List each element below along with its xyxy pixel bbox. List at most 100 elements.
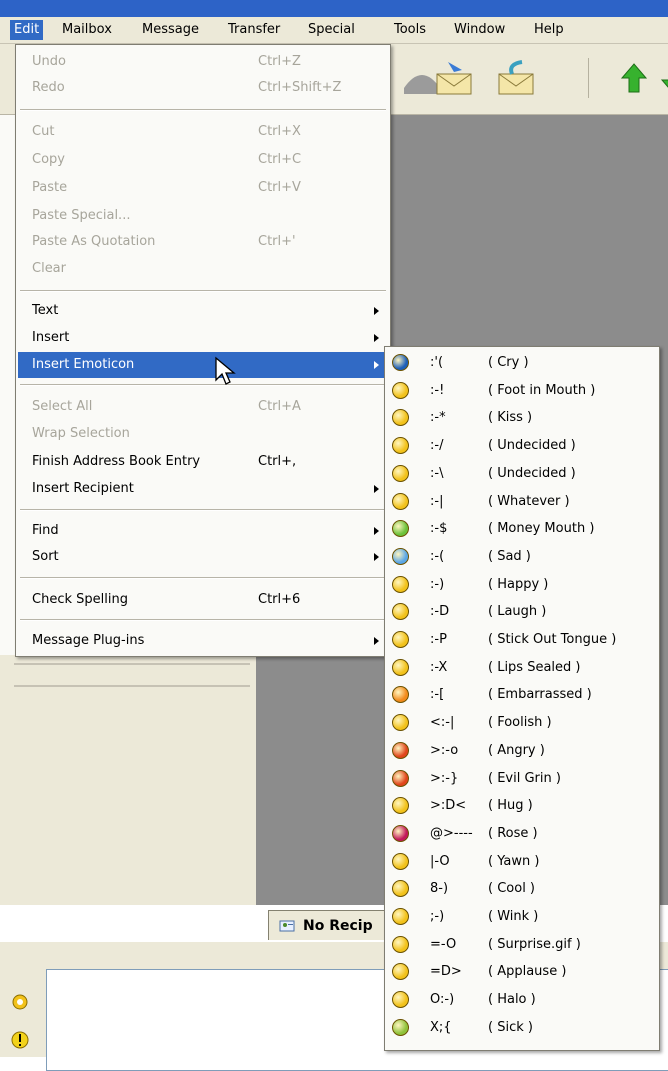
up-arrow-icon[interactable] <box>612 58 656 100</box>
emoticon-item[interactable]: :-(( Sad ) <box>388 543 656 570</box>
menu-item-label: Message Plug-ins <box>32 633 145 648</box>
emoticon-description: ( Embarrassed ) <box>488 687 592 703</box>
emoticon-code: :-( <box>430 548 445 564</box>
emoticon-item[interactable]: <:-| ( Foolish ) <box>388 709 656 736</box>
menu-item-text[interactable]: Text <box>18 298 388 324</box>
emoticon-item[interactable]: |-O ( Yawn ) <box>388 848 656 875</box>
emoticon-item[interactable]: :-D ( Laugh ) <box>388 598 656 625</box>
menu-item-label: Cut <box>32 124 55 139</box>
menu-window[interactable]: Window <box>450 20 509 40</box>
menu-item-label: Insert <box>32 330 70 345</box>
menu-item-insert[interactable]: Insert <box>18 325 388 351</box>
title-bar <box>0 0 668 17</box>
check-mail-icon[interactable] <box>494 58 538 100</box>
submenu-arrow-icon <box>374 527 379 535</box>
emoticon-description: ( Sick ) <box>488 1019 533 1035</box>
menu-message[interactable]: Message <box>138 20 203 40</box>
menu-item-redo[interactable]: Redo Ctrl+Shift+Z <box>18 75 388 101</box>
priority-icon[interactable] <box>10 1030 30 1050</box>
emoticon-face-icon <box>392 908 409 925</box>
emoticon-item[interactable]: @>---- ( Rose ) <box>388 820 656 847</box>
menu-item-clear[interactable]: Clear <box>18 256 388 282</box>
emoticon-item[interactable]: :-| ( Whatever ) <box>388 488 656 515</box>
emoticon-face-icon <box>392 492 409 510</box>
emoticon-description: ( Laugh ) <box>488 604 547 620</box>
down-arrow-icon[interactable] <box>652 58 668 100</box>
emoticon-code: :-X <box>430 659 448 675</box>
emoticon-code: :-\ <box>430 465 444 481</box>
recipient-tab[interactable]: No Recip <box>268 910 386 940</box>
emoticon-code: :-) <box>430 576 445 592</box>
emoticon-face-icon <box>392 991 409 1009</box>
emoticon-item[interactable]: :'( ( Cry ) <box>388 349 656 376</box>
emoticon-face-icon <box>392 935 409 953</box>
emoticon-item[interactable]: :-\ ( Undecided ) <box>388 460 656 487</box>
emoticon-item[interactable]: ;-) ( Wink ) <box>388 903 656 930</box>
menu-item-label: Wrap Selection <box>32 426 130 441</box>
menu-item-label: Find <box>32 523 59 538</box>
menu-mailbox[interactable]: Mailbox <box>58 20 116 40</box>
emoticon-description: ( Cry ) <box>488 355 529 370</box>
emoticon-code: ;-) <box>430 909 445 924</box>
menu-item-label: Paste <box>32 180 68 195</box>
menu-tools[interactable]: Tools <box>390 20 430 40</box>
menu-edit[interactable]: Edit <box>10 20 44 40</box>
emoticon-item[interactable]: :-$ ( Money Mouth ) <box>388 515 656 542</box>
emoticon-item[interactable]: :-/ ( Undecided ) <box>388 432 656 459</box>
menu-bar: Edit Mailbox Message Transfer Special To… <box>0 17 668 44</box>
emoticon-description: ( Surprise.gif ) <box>488 936 581 952</box>
menu-item-message-plug-ins[interactable]: Message Plug-ins <box>18 628 388 654</box>
menu-item-label: Check Spelling <box>32 592 128 607</box>
menu-item-check-spelling[interactable]: Check Spelling Ctrl+6 <box>18 587 388 613</box>
emoticon-face-icon <box>392 409 409 427</box>
menu-help[interactable]: Help <box>530 20 568 40</box>
emoticon-description: ( Yawn ) <box>488 853 540 869</box>
attachment-icon[interactable] <box>10 992 30 1012</box>
emoticon-item[interactable]: >:-o ( Angry ) <box>388 737 656 764</box>
menu-item-paste-as-quotation[interactable]: Paste As Quotation Ctrl+' <box>18 229 388 255</box>
emoticon-item[interactable]: =-O ( Surprise.gif ) <box>388 931 656 958</box>
menu-item-finish-address-book-entry[interactable]: Finish Address Book Entry Ctrl+, <box>18 449 388 475</box>
emoticon-item[interactable]: 8-) ( Cool ) <box>388 875 656 902</box>
emoticon-item[interactable]: >:D< ( Hug ) <box>388 792 656 819</box>
menu-item-shortcut: Ctrl+X <box>258 124 301 139</box>
menu-item-wrap-selection[interactable]: Wrap Selection <box>18 421 388 447</box>
menu-item-copy[interactable]: Copy Ctrl+C <box>18 147 388 173</box>
emoticon-item[interactable]: :-! ( Foot in Mouth ) <box>388 377 656 404</box>
emoticon-face-icon <box>392 437 409 455</box>
menu-item-label: Insert Emoticon <box>32 357 135 372</box>
menu-item-sort[interactable]: Sort <box>18 544 388 570</box>
emoticon-item[interactable]: :-[( Embarrassed ) <box>388 681 656 708</box>
menu-item-select-all[interactable]: Select All Ctrl+A <box>18 394 388 420</box>
emoticon-item[interactable]: >:-} ( Evil Grin ) <box>388 765 656 792</box>
emoticon-item[interactable]: :-) ( Happy ) <box>388 571 656 598</box>
menu-item-insert-emoticon[interactable]: Insert Emoticon <box>18 352 388 378</box>
emoticon-description: ( Lips Sealed ) <box>488 659 581 675</box>
emoticon-item[interactable]: :-* ( Kiss ) <box>388 404 656 431</box>
emoticon-item[interactable]: X;{( Sick ) <box>388 1014 656 1041</box>
send-mail-icon[interactable] <box>432 58 476 100</box>
menu-item-cut[interactable]: Cut Ctrl+X <box>18 119 388 145</box>
menu-item-label: Finish Address Book Entry <box>32 454 201 469</box>
emoticon-code: :-| <box>430 493 444 509</box>
emoticon-item[interactable]: =D> ( Applause ) <box>388 958 656 985</box>
menu-item-paste[interactable]: Paste Ctrl+V <box>18 175 388 201</box>
emoticon-item[interactable]: :-P ( Stick Out Tongue ) <box>388 626 656 653</box>
menu-item-shortcut: Ctrl+Z <box>258 54 301 69</box>
menu-item-label: Paste As Quotation <box>32 234 156 249</box>
menu-transfer[interactable]: Transfer <box>224 20 284 40</box>
menu-item-insert-recipient[interactable]: Insert Recipient <box>18 476 388 502</box>
menu-special[interactable]: Special <box>304 20 359 40</box>
menu-item-undo[interactable]: Undo Ctrl+Z <box>18 49 388 75</box>
emoticon-face-icon <box>392 963 409 981</box>
menu-item-paste-special[interactable]: Paste Special... <box>18 203 388 229</box>
emoticon-face-icon <box>392 547 409 565</box>
emoticon-code: :-D <box>430 604 450 620</box>
emoticon-code: 8-) <box>430 881 449 897</box>
emoticon-item[interactable]: O:-) ( Halo ) <box>388 986 656 1013</box>
emoticon-description: ( Wink ) <box>488 909 539 924</box>
menu-item-label: Text <box>32 303 59 318</box>
menu-item-find[interactable]: Find <box>18 518 388 544</box>
emoticon-item[interactable]: :-X ( Lips Sealed ) <box>388 654 656 681</box>
emoticon-code: :'( <box>430 355 444 370</box>
